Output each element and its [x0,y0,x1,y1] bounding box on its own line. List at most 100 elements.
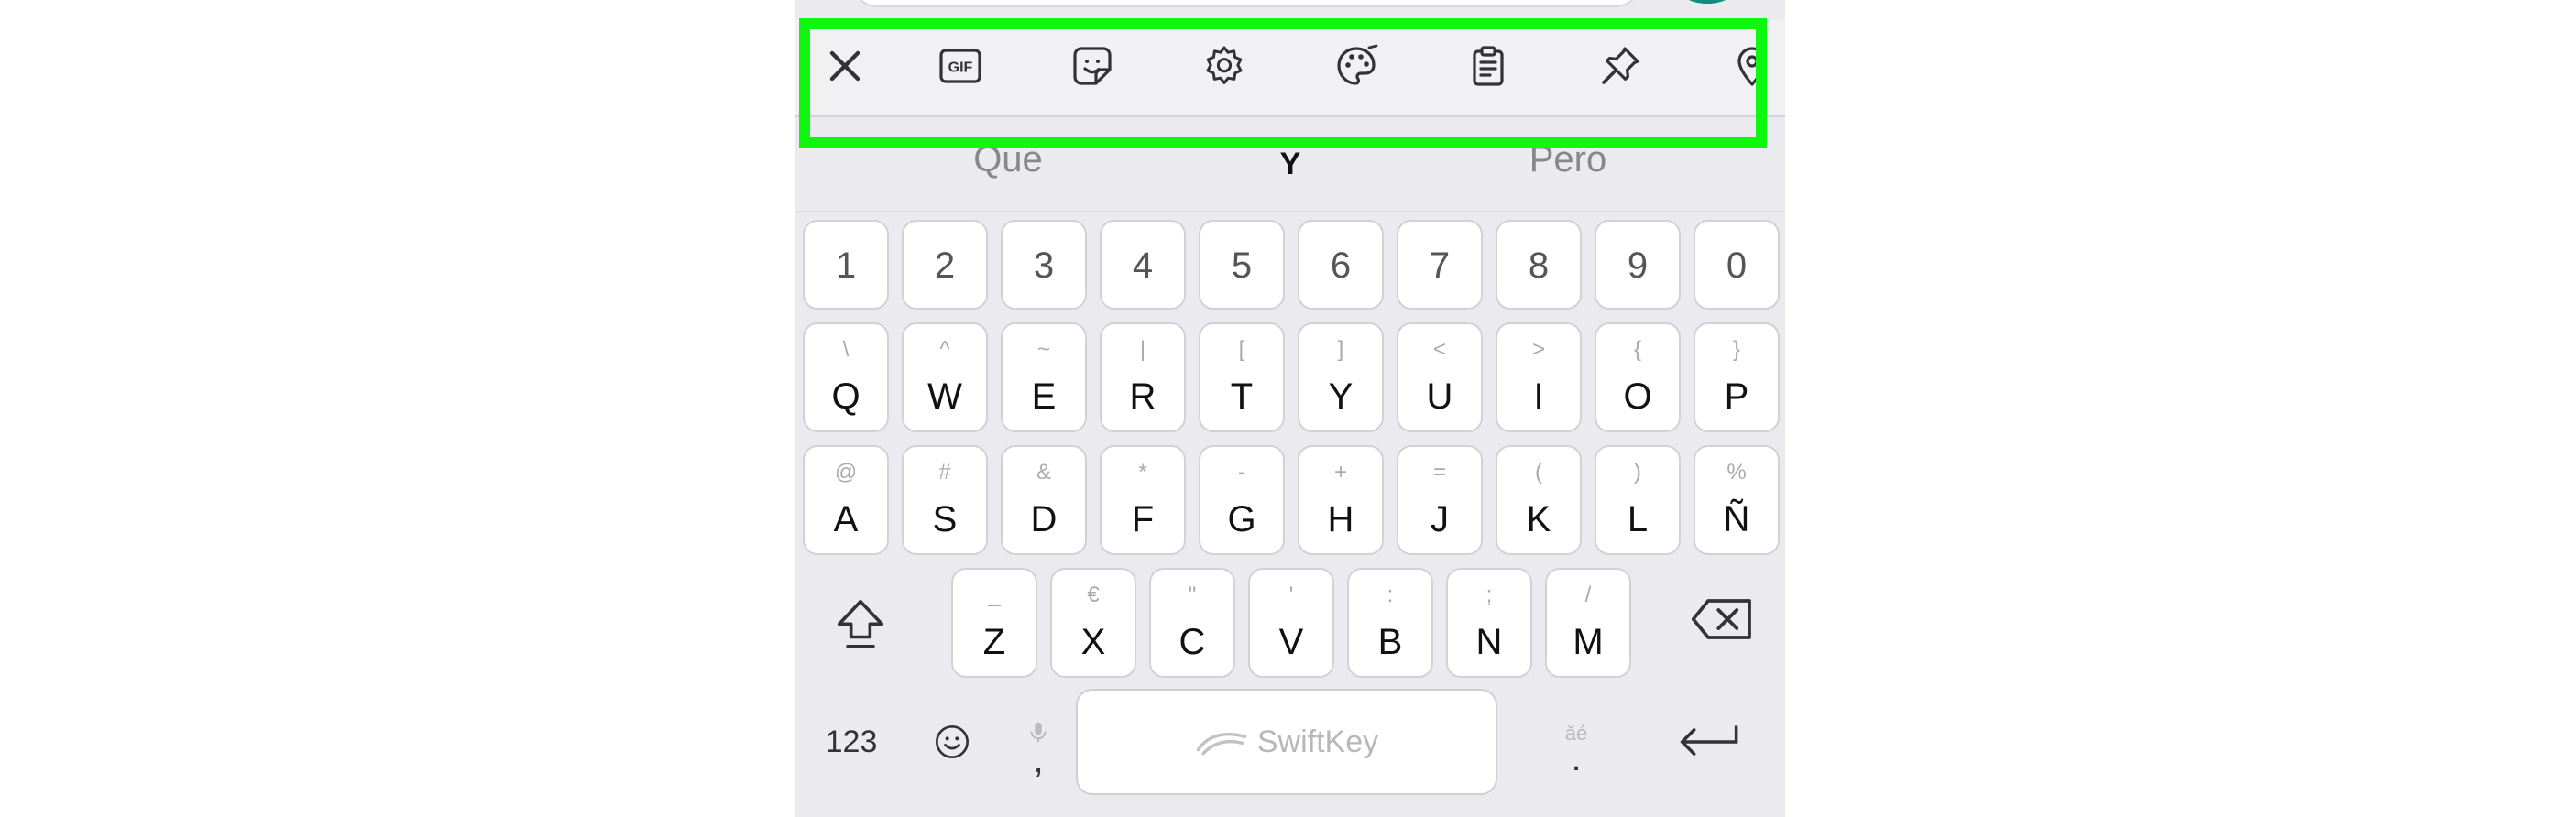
key-hint: | [1139,337,1146,362]
key[interactable]: 9 [1595,220,1681,310]
send-button[interactable] [1675,0,1739,4]
period-label: . [1571,738,1582,779]
key-hint: @ [834,460,858,485]
toolbar-divider [795,115,1785,117]
key[interactable]: ) L [1595,445,1681,555]
shift-icon [837,599,884,648]
key-label: X [1080,622,1106,662]
shift-key[interactable] [828,573,893,672]
key[interactable]: 7 [1397,220,1483,310]
key[interactable]: 1 [803,220,889,310]
gif-button[interactable]: GIF [935,40,986,92]
key[interactable]: @ A [803,445,889,555]
key-hint: { [1633,337,1641,362]
key[interactable]: -G [1199,445,1285,555]
key[interactable]: {O [1595,322,1681,432]
key-hint: - [1238,460,1245,485]
key-label: 4 [1132,245,1154,286]
location-button[interactable] [1726,40,1778,92]
enter-icon [1680,725,1738,756]
enter-key[interactable] [1662,705,1754,779]
key-label: I [1533,376,1544,417]
key[interactable]: 0 [1694,220,1780,310]
key-hint: % [1726,460,1747,485]
key-label: R [1129,376,1156,417]
key[interactable]: _ Z [951,568,1037,678]
key[interactable]: 2 [902,220,988,310]
key[interactable]: * F [1100,445,1186,555]
key[interactable]: :B [1347,568,1433,678]
comma-key[interactable]: , [1015,696,1061,797]
key[interactable]: ~ E [1001,322,1087,432]
suggestion-divider [795,211,1785,212]
key-hint: ( [1535,460,1542,485]
key[interactable]: > I [1496,322,1582,432]
key[interactable]: 8 [1496,220,1582,310]
message-input[interactable] [850,0,1642,7]
space-key[interactable]: SwiftKey [1076,689,1497,795]
key-label: W [927,376,962,417]
key[interactable]: ] Y [1298,322,1384,432]
clipboard-button[interactable] [1463,40,1514,92]
key[interactable]: 5 [1199,220,1285,310]
settings-icon [1206,46,1243,84]
suggestion-left[interactable]: Que [973,139,1043,180]
key[interactable]: & D [1001,445,1087,555]
key[interactable]: } P [1694,322,1780,432]
key[interactable]: # S [902,445,988,555]
key-label: B [1377,622,1403,662]
key[interactable]: 4 [1100,220,1186,310]
key[interactable]: (K [1496,445,1582,555]
key-label: L [1627,499,1649,539]
key-hint: ] [1337,337,1344,362]
key[interactable]: 6 [1298,220,1384,310]
key[interactable]: [T [1199,322,1285,432]
key[interactable]: ' V [1248,568,1334,678]
key-label: Q [831,376,860,417]
key[interactable]: % Ñ [1694,445,1780,555]
location-icon [1737,47,1767,86]
key-hint: / [1584,583,1592,607]
emoji-icon [936,725,969,758]
emoji-key[interactable] [920,714,984,769]
close-icon [829,50,860,82]
key[interactable]: 3 [1001,220,1087,310]
key[interactable]: € X [1050,568,1136,678]
key-hint: " [1188,583,1197,607]
suggestion-right[interactable]: Pero [1529,139,1607,180]
close-toolbar-button[interactable] [819,40,871,92]
key[interactable]: < U [1397,322,1483,432]
key-hint: ) [1634,460,1641,485]
key-label: 8 [1528,245,1550,286]
key[interactable]: + H [1298,445,1384,555]
sticker-button[interactable] [1067,40,1118,92]
key[interactable]: | R [1100,322,1186,432]
numbers-key[interactable]: 123 [810,714,893,769]
key[interactable]: ^ W [902,322,988,432]
key-hint: & [1036,460,1051,485]
comma-label: , [1033,740,1044,780]
sticker-icon [1073,47,1112,85]
key-label: U [1426,376,1453,417]
key[interactable]: ; N [1446,568,1532,678]
key-hint: \ [842,337,850,362]
key[interactable]: / M [1545,568,1631,678]
backspace-key[interactable] [1681,583,1763,656]
key[interactable]: = J [1397,445,1483,555]
key[interactable]: \ Q [803,322,889,432]
period-key[interactable]: ǎé . [1549,696,1604,797]
clipboard-icon [1473,46,1504,86]
key-hint: > [1531,337,1545,362]
key[interactable]: " C [1149,568,1235,678]
key-label: G [1227,499,1256,539]
key-label: F [1131,499,1155,539]
key-label: Y [1328,376,1354,417]
settings-button[interactable] [1199,40,1250,92]
key-label: S [932,499,958,539]
themes-button[interactable] [1331,40,1382,92]
gif-label: GIF [948,60,973,76]
pin-button[interactable] [1595,40,1646,92]
suggestion-center[interactable]: Y [1280,147,1301,182]
key-label: Z [982,622,1006,662]
key-hint: : [1387,583,1394,607]
